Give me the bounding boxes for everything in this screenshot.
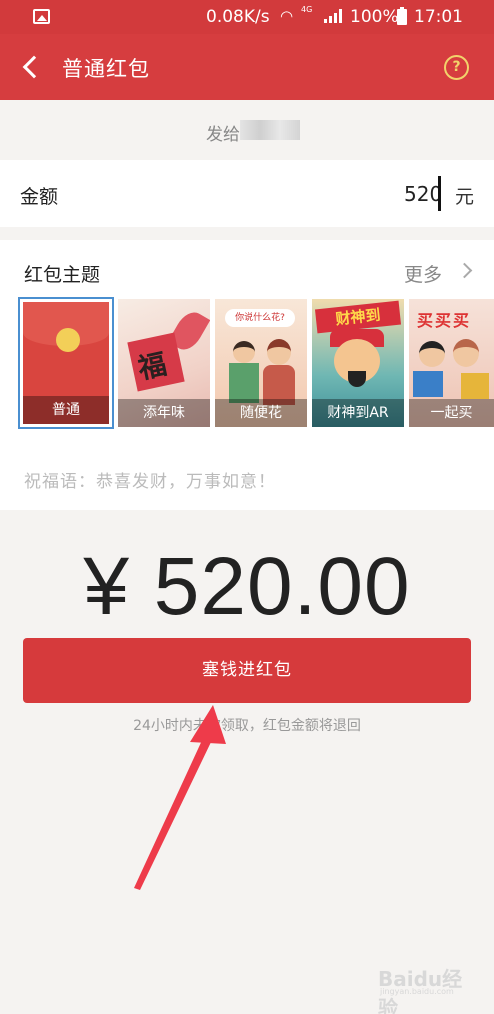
refund-note: 24小时内未被领取，红包金额将退回 [133,718,361,734]
theme-card-shop-together[interactable]: 买买买 一起买 [409,299,494,427]
shopper-figure [453,339,479,367]
blessing-input[interactable]: 祝福语：恭喜发财，万事如意！ [24,467,276,492]
theme-card-spend[interactable]: 你说什么花? 随便花 [215,299,307,427]
wifi-icon: ◠ [280,7,294,25]
theme-card-new-year[interactable]: 福 添年味 [118,299,210,427]
chevron-right-icon[interactable] [456,262,473,279]
shopping-bag-icon [461,373,489,399]
title-bar: 普通红包 ? [0,34,494,100]
shopper-figure [419,341,445,367]
net-speed: 0.08K/s [206,7,270,27]
amount-input[interactable]: 520 [404,182,442,206]
more-themes-link[interactable]: 更多 [404,260,442,287]
girl-figure [267,339,291,365]
theme-section: 红包主题 更多 普通 福 添年味 你说什么花? 随便花 财神到 财神到AR 买买 [0,240,494,510]
recipient-label: 发给 [206,125,240,145]
coin-icon [56,328,80,352]
battery-percent: 100% [350,7,399,27]
theme-card-label: 添年味 [118,399,210,427]
text-cursor [438,176,441,211]
watermark: Baidu经验 jingyan.baidu.com [378,963,478,1014]
network-type: 4G [301,5,313,14]
recipient-row: 发给 [0,100,494,160]
boy-body [229,363,259,403]
battery-icon [397,7,407,25]
theme-card-label: 一起买 [409,399,494,427]
theme-heading: 红包主题 [24,264,101,286]
watermark-url: jingyan.baidu.com [380,987,454,996]
back-arrow-icon[interactable] [16,52,46,82]
theme-card-fortune-ar[interactable]: 财神到 财神到AR [312,299,404,427]
boy-figure [233,341,255,363]
signal-icon [324,9,342,23]
theme-card-label: 普通 [23,396,109,424]
clock: 17:01 [414,7,463,27]
theme-card-default[interactable]: 普通 [18,297,114,429]
amount-unit: 元 [455,186,475,208]
image-icon [33,9,50,24]
shop-banner: 买买买 [417,311,472,330]
recipient-name-redacted [240,120,300,140]
help-icon[interactable]: ? [444,55,469,80]
page-title: 普通红包 [62,57,150,81]
status-bar: 0.08K/s ◠ 4G 100% 17:01 [0,0,494,34]
put-money-button[interactable]: 塞钱进红包 [23,638,471,703]
amount-field[interactable]: 金额 520 元 [0,160,494,227]
total-amount: ¥ 520.00 [83,541,411,632]
theme-card-label: 随便花 [215,399,307,427]
shopping-bag-icon [413,371,443,397]
amount-label: 金额 [20,186,59,208]
speech-bubble: 你说什么花? [225,309,295,327]
theme-card-label: 财神到AR [312,399,404,427]
